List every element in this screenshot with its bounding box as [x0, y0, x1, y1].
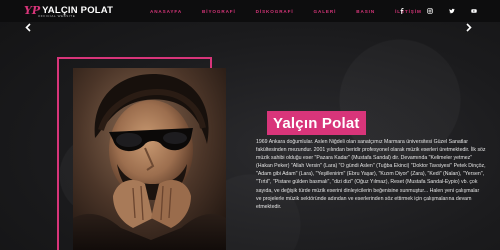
- site-logo[interactable]: YP YALÇIN POLAT OFFICIAL WEBSITE: [24, 3, 113, 19]
- chevron-right-icon: [466, 22, 472, 32]
- site-header: YP YALÇIN POLAT OFFICIAL WEBSITE ANASAYF…: [0, 0, 500, 22]
- logo-subtitle: OFFICIAL WEBSITE: [38, 14, 76, 18]
- twitter-icon[interactable]: [446, 0, 458, 22]
- artist-bio: 1969 Ankara doğumlular. Aslen Niğdeli ol…: [256, 139, 486, 210]
- slider-next-button[interactable]: [464, 21, 474, 33]
- instagram-icon[interactable]: [424, 0, 436, 22]
- nav-item-diskografi[interactable]: DİSKOGRAFİ: [256, 9, 294, 14]
- nav-item-anasayfa[interactable]: ANASAYFA: [150, 9, 182, 14]
- youtube-icon[interactable]: [468, 0, 480, 22]
- chevron-left-icon: [25, 22, 31, 32]
- artist-photo: [73, 68, 226, 250]
- slider-prev-button[interactable]: [23, 21, 33, 33]
- nav-item-galeri[interactable]: GALERİ: [314, 9, 337, 14]
- artist-name: Yalçın Polat: [273, 114, 360, 132]
- facebook-icon[interactable]: [396, 0, 408, 22]
- page: YP YALÇIN POLAT OFFICIAL WEBSITE ANASAYF…: [0, 0, 500, 250]
- nav-item-biyografi[interactable]: BİYOGRAFİ: [202, 9, 236, 14]
- artist-name-badge: Yalçın Polat: [267, 111, 366, 135]
- nav-item-basin[interactable]: BASIN: [356, 9, 375, 14]
